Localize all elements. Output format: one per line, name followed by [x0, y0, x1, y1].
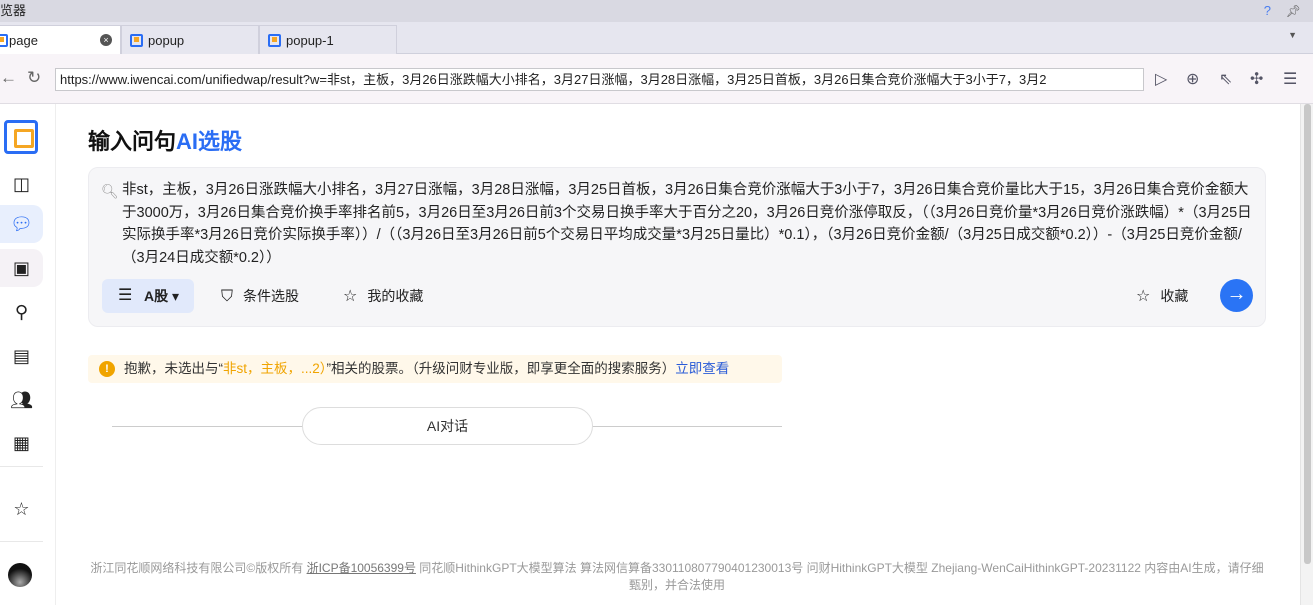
expand-sidebar-icon[interactable]: ◫ [0, 165, 43, 203]
help-icon[interactable]: ? [1264, 0, 1271, 22]
favorites-label: 我的收藏 [367, 288, 424, 304]
title-ai-text: AI选股 [176, 129, 243, 154]
tab-label: popup-1 [286, 33, 334, 48]
tab-dropdown-icon[interactable]: ▼ [1288, 30, 1297, 40]
footer: 浙江同花顺网络科技有限公司©版权所有 浙ICP备10056399号 同花顺Hit… [86, 560, 1268, 594]
divider [0, 541, 43, 542]
tab-label: page [9, 33, 38, 48]
search-icon: 🔍︎ [101, 183, 119, 199]
scrollbar[interactable] [1300, 104, 1313, 605]
add-circle-icon[interactable]: ⊕ [1186, 69, 1199, 89]
iwencai-logo [4, 120, 38, 154]
star-icon: ☆ [1136, 288, 1151, 305]
filter-label: 条件选股 [243, 288, 300, 304]
tab-bar: page × popup popup-1 ▼ [0, 22, 1313, 54]
star-icon: ☆ [343, 288, 358, 305]
notice-text: ”相关的股票。（升级问财专业版，即享更全面的搜索服务） [326, 361, 676, 376]
sidebar: ◫ 💬︎ ▣ ⚲ ▤ 👥︎ ▦ ☆ [0, 104, 56, 605]
tab-page[interactable]: page × [0, 25, 121, 54]
apps-grid-icon[interactable]: ▦ [0, 424, 43, 462]
collect-label: 收藏 [1160, 288, 1189, 304]
collect-button[interactable]: ☆ 收藏 [1136, 279, 1188, 313]
menu-icon[interactable]: ☰ [1283, 69, 1297, 89]
condition-select-button[interactable]: ⛉ 条件选股 [221, 279, 299, 313]
site-icon [0, 34, 8, 47]
star-icon[interactable]: ☆ [0, 490, 43, 528]
users-add-icon[interactable]: 👥︎ [0, 381, 43, 419]
url-input[interactable]: https://www.iwencai.com/unifiedwap/resul… [55, 68, 1144, 91]
scrollbar-thumb[interactable] [1304, 104, 1311, 564]
site-icon [130, 34, 143, 47]
back-icon[interactable]: ← [0, 68, 17, 88]
footer-text: 同花顺HithinkGPT大模型算法 算法网信算备330110807790401… [415, 561, 1264, 592]
document-icon[interactable]: ▤ [0, 337, 43, 375]
close-tab-icon[interactable]: × [100, 34, 112, 46]
ai-chart-icon[interactable]: ▣ [0, 249, 43, 287]
list-icon: ☰ [118, 287, 133, 304]
window-titlebar: 览器 ? 📌︎ [0, 0, 1313, 22]
no-result-notice: ! 抱歉，未选出与“非st，主板，...2）”相关的股票。（升级问财专业版，即享… [88, 355, 782, 383]
address-bar: ← ↻ https://www.iwencai.com/unifiedwap/r… [0, 54, 1313, 104]
query-input[interactable]: 非st，主板，3月26日涨跌幅大小排名，3月27日涨幅，3月28日涨幅，3月25… [122, 179, 1257, 269]
extension-icon[interactable]: ✣ [1250, 69, 1263, 89]
tab-label: popup [148, 33, 185, 48]
market-select-button[interactable]: ☰ A股 ▾ [102, 279, 194, 313]
filter-icon: ⛉ [221, 288, 234, 305]
query-box: 🔍︎ 非st，主板，3月26日涨跌幅大小排名，3月27日涨幅，3月28日涨幅，3… [88, 167, 1266, 327]
new-chat-icon[interactable]: 💬︎ [0, 205, 43, 243]
site-icon [268, 34, 281, 47]
market-label: A股 [144, 288, 169, 304]
submit-arrow-button[interactable]: → [1220, 279, 1253, 312]
notice-query: 非st，主板，...2） [223, 361, 327, 376]
tab-popup-1[interactable]: popup-1 [259, 25, 397, 54]
warning-icon: ! [99, 361, 115, 377]
notice-text: 抱歉，未选出与“ [124, 361, 223, 376]
footer-company: 浙江同花顺网络科技有限公司©版权所有 [90, 561, 307, 575]
pin-icon[interactable]: 📌︎ [1286, 0, 1301, 22]
cursor-icon[interactable]: ⇖ [1219, 69, 1232, 89]
view-now-link[interactable]: 立即查看 [675, 361, 729, 376]
reload-icon[interactable]: ↻ [27, 68, 41, 88]
window-title: 览器 [0, 3, 27, 18]
icp-link[interactable]: 浙ICP备10056399号 [307, 561, 416, 575]
play-icon[interactable]: ▷ [1155, 69, 1167, 89]
tab-popup[interactable]: popup [121, 25, 259, 54]
title-text: 输入问句 [88, 129, 177, 154]
avatar[interactable] [8, 563, 32, 587]
my-favorites-button[interactable]: ☆ 我的收藏 [343, 279, 423, 313]
search-icon[interactable]: ⚲ [0, 293, 43, 331]
divider [0, 466, 43, 467]
page-title: 输入问句AI选股 [88, 124, 242, 156]
ai-chat-button[interactable]: AI对话 [302, 407, 593, 445]
